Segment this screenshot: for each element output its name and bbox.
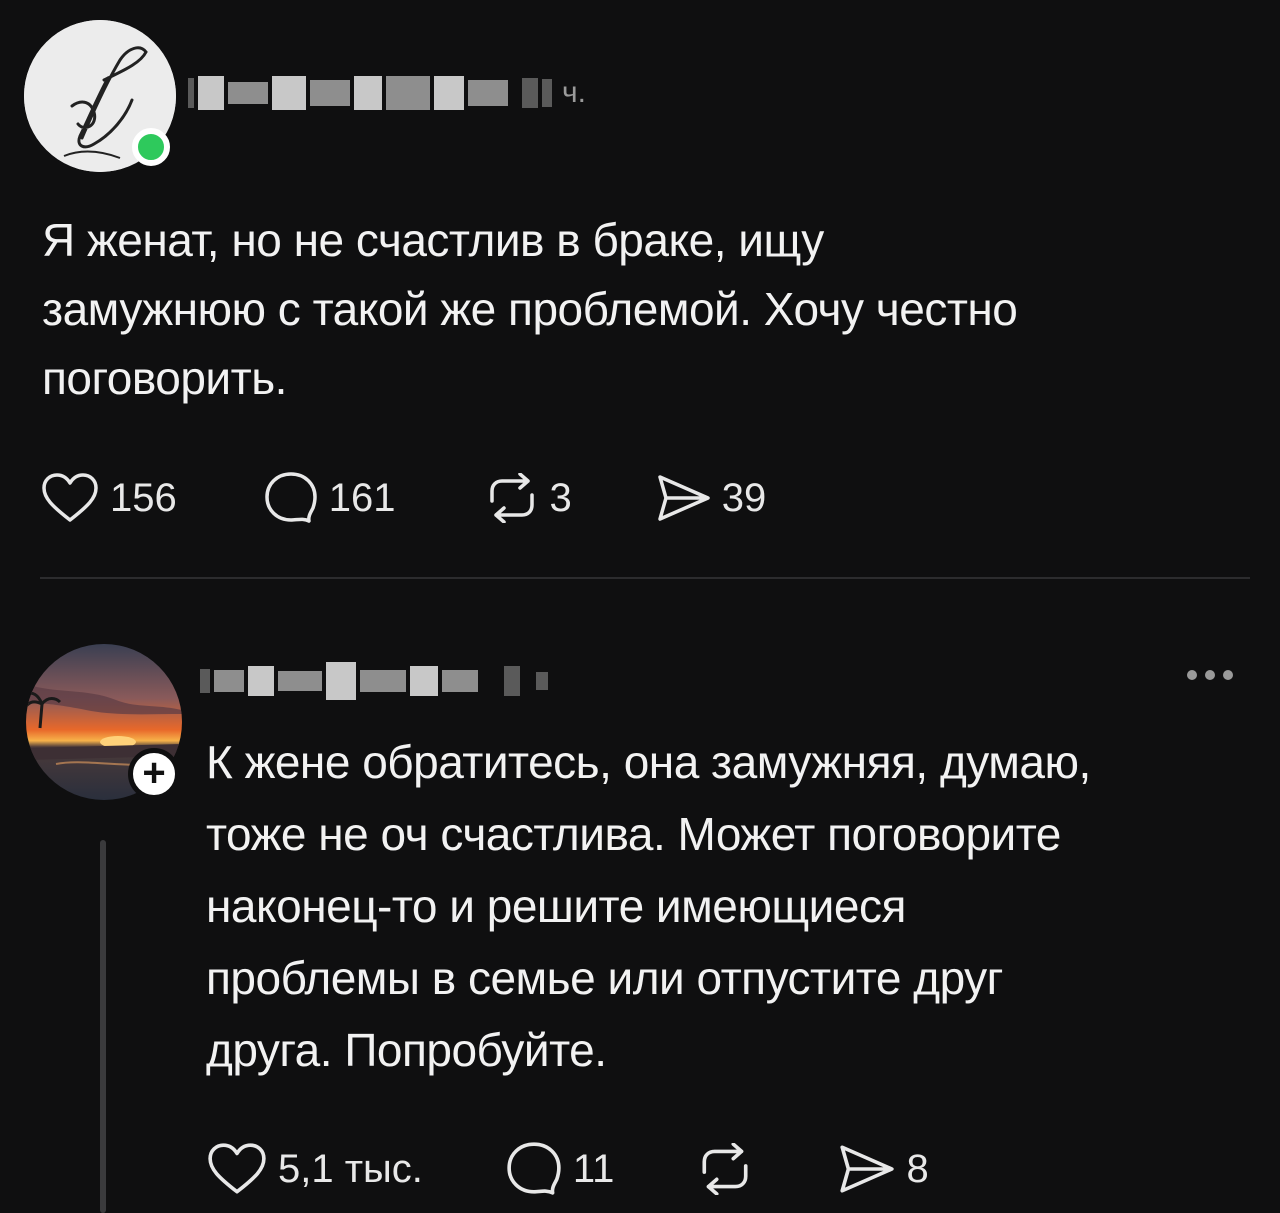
thread-view: ч. Я женат, но не счастлив в браке, ищу … [0,0,1280,1213]
more-dot [1205,670,1215,680]
reply-comment-count: 11 [572,1146,615,1191]
post-comment-button[interactable]: 161 [263,470,396,526]
reply-share-count: 8 [906,1146,929,1191]
online-status-indicator [132,128,170,166]
reply-actions-bar: 5,1 тыс. 11 8 [206,1140,929,1198]
post-time: ч. [562,76,586,109]
repost-icon [702,1143,748,1195]
thread-connector-line [100,840,106,1213]
reply-comment-button[interactable]: 11 [505,1140,615,1198]
more-dot [1187,670,1197,680]
follow-button[interactable]: + [128,748,180,800]
post-share-count: 39 [721,475,767,520]
post-text: Я женат, но не счастлив в браке, ищу зам… [42,214,1018,404]
reply-like-button[interactable]: 5,1 тыс. [206,1142,423,1196]
post-actions-bar: 156 161 3 39 [40,470,766,526]
send-icon [840,1145,895,1193]
post-comment-count: 161 [328,475,396,520]
plus-icon: + [142,751,166,795]
more-options-icon[interactable] [1180,660,1240,690]
repost-icon [489,473,534,523]
more-dot [1223,670,1233,680]
post-like-button[interactable]: 156 [40,472,177,524]
reply-share-button[interactable]: 8 [836,1143,929,1195]
post-repost-count: 3 [549,475,572,520]
post-repost-button[interactable]: 3 [484,473,572,523]
reply-like-count: 5,1 тыс. [278,1146,423,1191]
post-like-count: 156 [110,475,177,520]
reply-author-username-blurred[interactable] [200,660,548,702]
reply-text: К жене обратитесь, она замужняя, думаю, … [206,736,1091,1076]
heart-icon [208,1143,266,1194]
post-divider [40,577,1250,579]
post-author-username-blurred[interactable]: ч. [188,72,586,114]
comment-bubble-icon [265,472,317,523]
reply-repost-button[interactable] [696,1143,754,1195]
comment-bubble-icon [507,1142,561,1195]
post-share-button[interactable]: 39 [654,473,767,523]
heart-icon [42,473,98,522]
send-icon [658,475,710,521]
